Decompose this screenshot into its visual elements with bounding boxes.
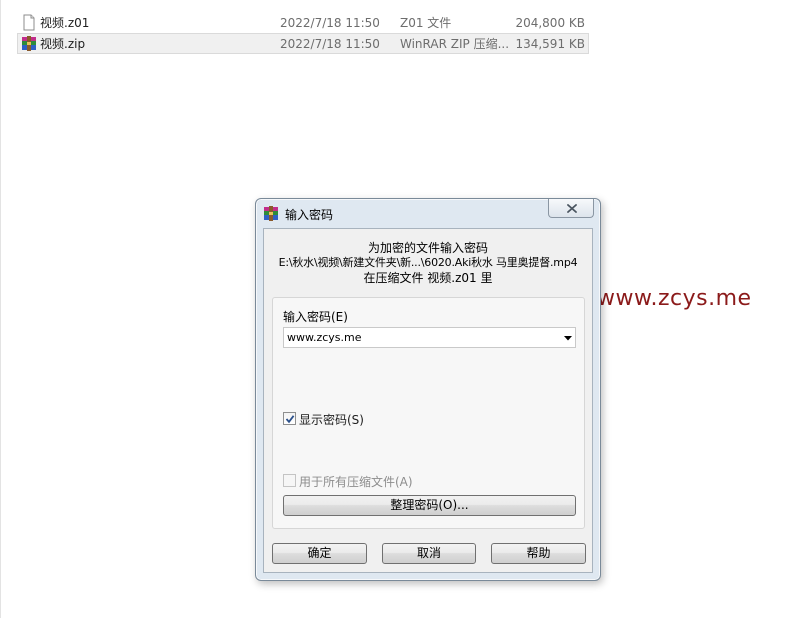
file-size: 134,591 KB xyxy=(515,37,585,51)
info-file-path: E:\秋水\视频\新建文件夹\新...\6020.Aki秋水 马里奥提督.mp4 xyxy=(278,256,578,269)
checkbox-box[interactable] xyxy=(283,474,296,487)
dialog-title: 输入密码 xyxy=(285,208,334,222)
file-date: 2022/7/18 11:50 xyxy=(280,16,380,30)
file-type: WinRAR ZIP 压缩... xyxy=(400,37,510,51)
cancel-button[interactable]: 取消 xyxy=(382,543,476,564)
dropdown-arrow-icon[interactable] xyxy=(564,336,572,341)
checkbox-box[interactable] xyxy=(283,412,296,425)
file-name: 视频.z01 xyxy=(40,16,90,30)
organize-passwords-button[interactable]: 整理密码(O)... xyxy=(283,495,576,516)
use-for-all-label: 用于所有压缩文件(A) xyxy=(299,475,413,489)
blank-file-icon xyxy=(21,14,37,31)
file-row-z01[interactable]: 视频.z01 2022/7/18 11:50 Z01 文件 204,800 KB xyxy=(17,12,589,33)
info-archive: 在压缩文件 视频.z01 里 xyxy=(363,271,493,285)
file-date: 2022/7/18 11:50 xyxy=(280,37,380,51)
watermark-text: www.zcys.me xyxy=(597,286,752,311)
help-button[interactable]: 帮助 xyxy=(491,543,586,564)
show-password-label: 显示密码(S) xyxy=(299,413,364,427)
password-panel: 输入密码(E) www.zcys.me 显示密码(S) 用于所有压缩文件(A) xyxy=(272,297,585,529)
close-button[interactable] xyxy=(548,199,594,218)
file-size: 204,800 KB xyxy=(515,16,585,30)
dialog-client-area: 为加密的文件输入密码 E:\秋水\视频\新建文件夹\新...\6020.Aki秋… xyxy=(263,228,593,573)
password-dialog: 输入密码 为加密的文件输入密码 E:\秋水\视频\新建文件夹\新...\6020… xyxy=(255,198,601,581)
file-type: Z01 文件 xyxy=(400,16,452,30)
ok-button[interactable]: 确定 xyxy=(272,543,367,564)
checkmark-icon xyxy=(285,415,295,424)
winrar-zip-icon xyxy=(21,35,37,52)
password-label: 输入密码(E) xyxy=(283,310,348,324)
info-prompt: 为加密的文件输入密码 xyxy=(367,241,488,255)
winrar-icon xyxy=(263,206,279,221)
dialog-titlebar[interactable]: 输入密码 xyxy=(256,199,600,227)
password-input[interactable]: www.zcys.me xyxy=(287,331,362,344)
close-icon xyxy=(567,204,577,213)
window-left-edge xyxy=(0,0,1,618)
file-name: 视频.zip xyxy=(40,37,86,51)
file-row-zip[interactable]: 视频.zip 2022/7/18 11:50 WinRAR ZIP 压缩... … xyxy=(17,33,589,54)
password-combobox[interactable]: www.zcys.me xyxy=(283,327,576,348)
